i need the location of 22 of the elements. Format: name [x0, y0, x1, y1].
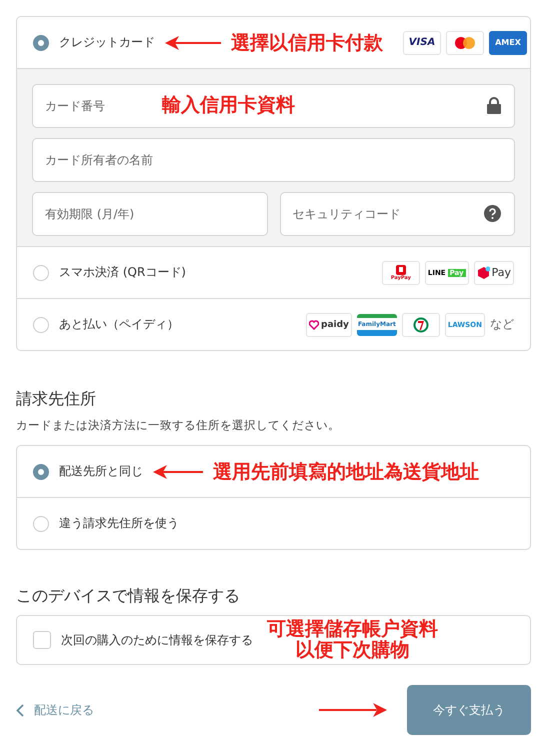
payment-option[interactable]: クレジットカード — [59, 34, 155, 51]
annotation-text: 選擇以信用卡付款 — [231, 30, 383, 56]
amex-logo: AMEX — [489, 30, 527, 54]
annotation-text: 選用先前填寫的地址為送貨地址 — [213, 460, 479, 484]
payment-option[interactable]: あと払い（ペイディ） — [59, 316, 179, 333]
suffix-text: など — [490, 316, 514, 333]
logo-text: paidy — [321, 320, 349, 330]
annotation-text: 可選擇儲存帳户資料 — [267, 619, 438, 640]
section-title: 請求先住所 — [16, 389, 97, 410]
checkbox-label[interactable]: 次回の購入のために情報を保存する — [61, 632, 253, 648]
logo-text: Pay — [492, 266, 511, 279]
visa-logo: VISA — [403, 30, 441, 54]
section-description: カードまたは決済方法に一致する住所を選択してください。 — [16, 418, 341, 433]
payment-option[interactable]: スマホ決済 (QRコード) — [59, 264, 186, 281]
input-field[interactable]: セキュリティコード — [280, 192, 515, 236]
billing-option[interactable]: 配送先所と同じ — [59, 463, 143, 480]
input-field[interactable]: 有効期限 (月/年) — [32, 192, 268, 236]
annotation-text: 輸入信用卡資料 — [162, 93, 295, 118]
section-title: このデバイスで情報を保存する — [16, 586, 241, 607]
annotation-text: 以便下次購物 — [296, 640, 410, 661]
billing-option[interactable]: 違う請求先住所を使う — [59, 515, 179, 532]
input-field[interactable]: カード所有者の名前 — [32, 138, 515, 182]
